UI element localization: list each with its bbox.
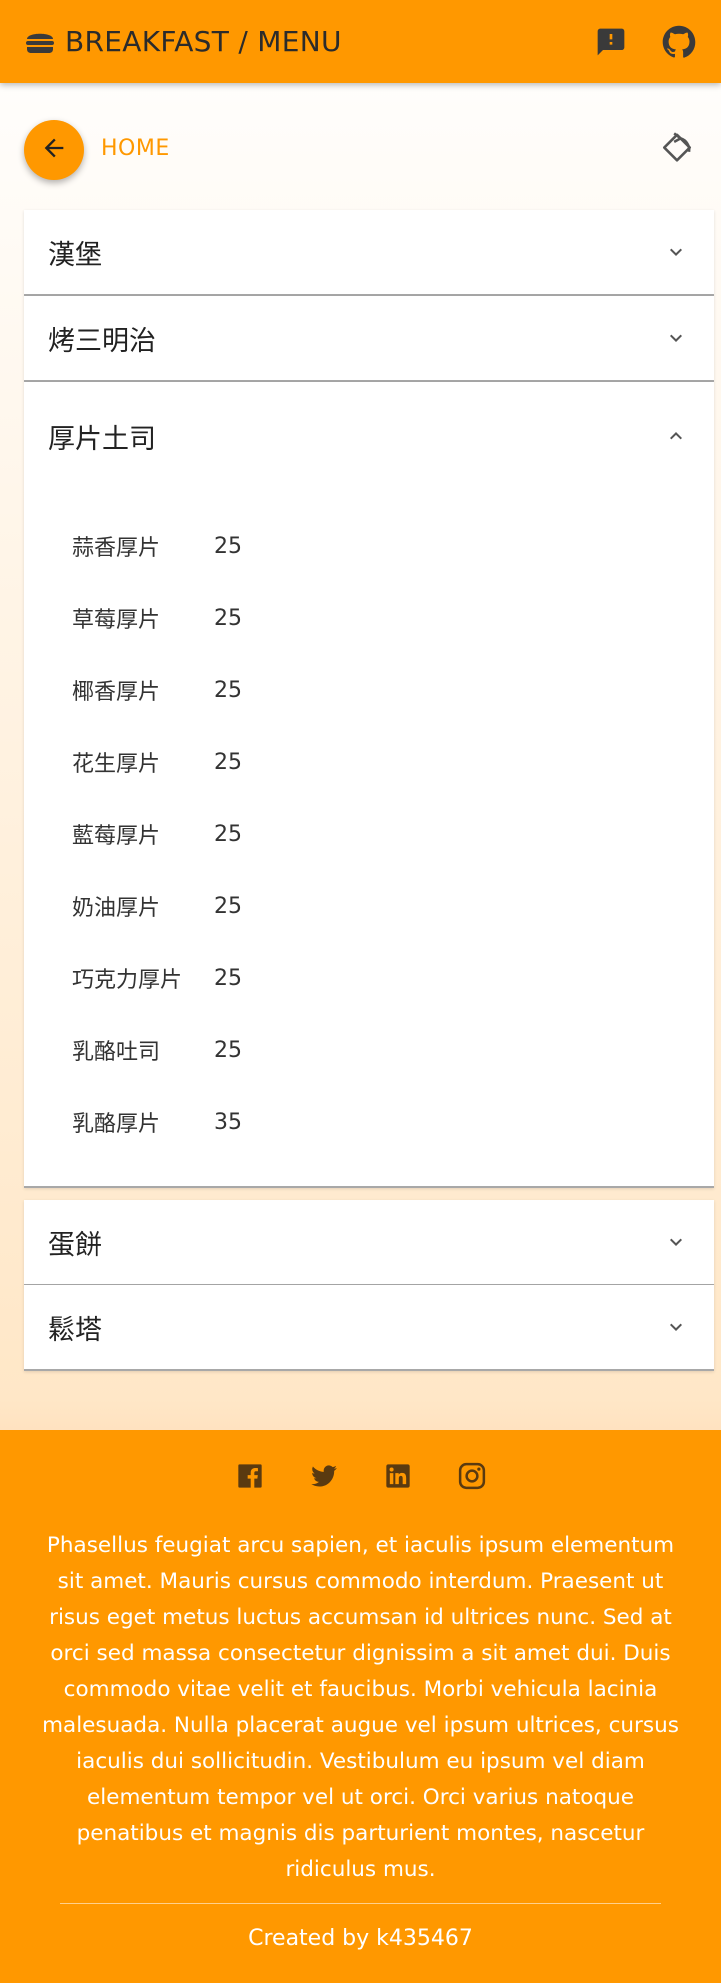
chevron-down-icon <box>664 326 688 350</box>
back-button[interactable] <box>24 120 84 180</box>
menu-item-price: 25 <box>214 965 242 991</box>
menu-item-price: 25 <box>214 749 242 775</box>
rotate-icon[interactable] <box>658 130 696 168</box>
menu-item: 乳酪吐司 25 <box>24 1014 714 1086</box>
menu-item-name: 乳酪吐司 <box>72 1040 161 1065</box>
chevron-down-icon <box>664 1315 688 1339</box>
category-label: 鬆塔 <box>48 1314 102 1346</box>
category-panel: 鬆塔 <box>24 1285 714 1371</box>
menu-item-list: 蒜香厚片 25 草莓厚片 25 椰香厚片 25 花生厚片 25 藍莓厚片 25 … <box>24 490 714 1186</box>
instagram-icon[interactable] <box>456 1460 488 1492</box>
menu-item-price: 25 <box>214 605 242 631</box>
menu-item-name: 藍莓厚片 <box>72 824 161 849</box>
category-label: 烤三明治 <box>48 325 156 357</box>
menu-item: 草莓厚片 25 <box>24 582 714 654</box>
header-actions <box>593 24 697 60</box>
social-links <box>0 1460 721 1492</box>
footer-description: Phasellus feugiat arcu sapien, et iaculi… <box>42 1533 679 1882</box>
menu-item-price: 35 <box>214 1109 242 1135</box>
menu-item-name: 巧克力厚片 <box>72 968 183 993</box>
chevron-down-icon <box>664 240 688 264</box>
github-icon[interactable] <box>661 24 697 60</box>
menu-item: 藍莓厚片 25 <box>24 798 714 870</box>
category-panel: 漢堡 <box>24 210 714 296</box>
menu-item-price: 25 <box>214 1037 242 1063</box>
menu-item-price: 25 <box>214 533 242 559</box>
menu-item-name: 草莓厚片 <box>72 608 161 633</box>
home-link[interactable]: HOME <box>101 136 170 161</box>
arrow-left-icon <box>40 134 68 166</box>
category-label: 蛋餅 <box>48 1229 102 1261</box>
feedback-icon[interactable] <box>593 24 629 60</box>
menu-item-name: 花生厚片 <box>72 752 161 777</box>
category-header[interactable]: 漢堡 <box>24 210 714 294</box>
category-label: 漢堡 <box>48 239 102 271</box>
category-panel: 烤三明治 <box>24 296 714 382</box>
category-header[interactable]: 蛋餅 <box>24 1200 714 1284</box>
twitter-icon[interactable] <box>308 1460 340 1492</box>
category-panel-expanded: 厚片土司 蒜香厚片 25 草莓厚片 25 椰香厚片 25 花生厚片 25 藍莓厚… <box>24 382 714 1188</box>
menu-item-price: 25 <box>214 677 242 703</box>
chevron-up-icon <box>664 424 688 448</box>
category-header[interactable]: 烤三明治 <box>24 296 714 380</box>
category-header[interactable]: 鬆塔 <box>24 1285 714 1369</box>
menu-item: 蒜香厚片 25 <box>24 510 714 582</box>
category-label: 厚片土司 <box>48 423 156 455</box>
menu-item: 巧克力厚片 25 <box>24 942 714 1014</box>
menu-item-name: 椰香厚片 <box>72 680 161 705</box>
menu-item-name: 乳酪厚片 <box>72 1112 161 1137</box>
menu-item: 乳酪厚片 35 <box>24 1086 714 1158</box>
linkedin-icon[interactable] <box>382 1460 414 1492</box>
app-title: BREAKFAST / MENU <box>65 25 342 58</box>
menu-item-price: 25 <box>214 821 242 847</box>
footer-credit: Created by k435467 <box>248 1926 473 1951</box>
menu-item-name: 奶油厚片 <box>72 896 161 921</box>
app-header: BREAKFAST / MENU <box>0 0 721 83</box>
facebook-icon[interactable] <box>234 1460 266 1492</box>
page-footer: Phasellus feugiat arcu sapien, et iaculi… <box>0 1430 721 1983</box>
footer-divider <box>60 1903 661 1904</box>
menu-item-price: 25 <box>214 893 242 919</box>
burger-icon <box>24 27 58 57</box>
menu-item-name: 蒜香厚片 <box>72 536 161 561</box>
category-panel: 蛋餅 <box>24 1200 714 1286</box>
chevron-down-icon <box>664 1230 688 1254</box>
menu-item: 奶油厚片 25 <box>24 870 714 942</box>
category-header[interactable]: 厚片土司 <box>24 382 714 490</box>
menu-item: 花生厚片 25 <box>24 726 714 798</box>
menu-item: 椰香厚片 25 <box>24 654 714 726</box>
